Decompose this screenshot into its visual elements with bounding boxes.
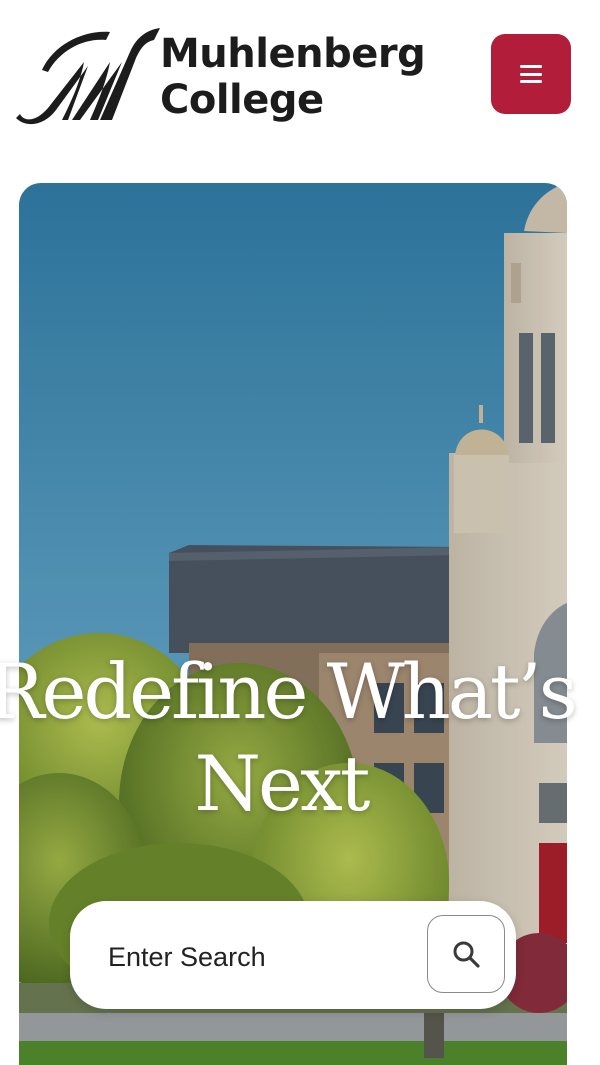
hero-headline: Redefine What’s Next	[0, 647, 578, 828]
m-script-logo-icon	[16, 28, 160, 125]
college-logo[interactable]: Muhlenberg College	[14, 22, 426, 130]
menu-button[interactable]	[491, 34, 571, 114]
page: Muhlenberg College Redefine What’s Next …	[0, 0, 600, 1065]
search-input[interactable]	[106, 931, 410, 983]
search-button[interactable]	[427, 915, 505, 993]
search-bar	[70, 901, 516, 1009]
hamburger-icon	[520, 65, 542, 83]
logo-text-line1: Muhlenberg	[160, 31, 426, 77]
search-icon	[453, 941, 480, 968]
logo-text-line2: College	[160, 77, 324, 123]
